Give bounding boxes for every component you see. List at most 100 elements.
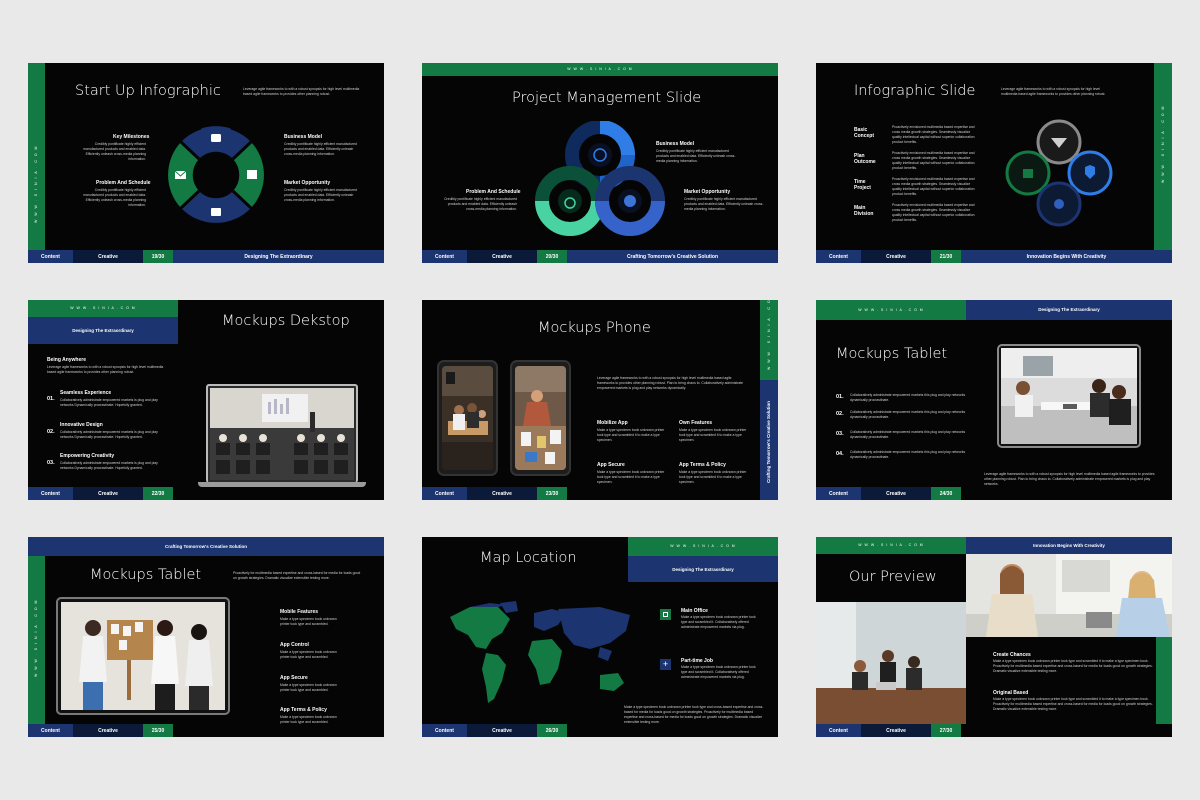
band-tagline: Crafting Tomorrow's Creative Solution	[165, 544, 247, 549]
footer-tagline: Designing The Extraordinary	[173, 250, 384, 263]
slide-title: Infographic Slide	[854, 83, 976, 99]
slide-26[interactable]: W W W . S I N I A . C O M Designing The …	[422, 537, 778, 737]
item-head: Innovative Design	[60, 422, 103, 428]
slide-27[interactable]: W W W . S I N I A . C O M Innovation Beg…	[816, 537, 1172, 737]
footer-tagline: Innovation Begins With Creativity	[961, 250, 1172, 263]
site-url: W W W . S I N I A . C O M	[1161, 105, 1165, 183]
right-green-strip	[1156, 637, 1172, 737]
item-text: Make a type specimen book unknown printe…	[597, 428, 665, 442]
footer-tagline: Crafting Tomorrow's Creative Solution	[567, 250, 778, 263]
outro-text: Leverage agile frameworks to with a robu…	[984, 472, 1155, 486]
lead-text: Leverage agile frameworks to with a robu…	[47, 365, 164, 374]
footer-spacer	[173, 487, 384, 500]
site-url: W W W . S I N I A . C O M	[567, 67, 633, 71]
page-number: 20/30	[537, 250, 567, 263]
footer-creative: Creative	[861, 487, 931, 500]
item-text: Credibly pontificate highly efficient ma…	[656, 149, 736, 163]
slide-footer: Content Creative 26/30	[422, 724, 778, 737]
footer-spacer	[961, 487, 1172, 500]
item-head: Mobilize App	[597, 420, 628, 426]
footer-spacer	[567, 487, 760, 500]
side-tagline: Crafting Tomorrow's Creative Solution	[766, 401, 771, 483]
slide-20[interactable]: W W W . S I N I A . C O M Project Manage…	[422, 63, 778, 263]
item-head: App Control	[280, 642, 309, 648]
page-number: 24/30	[931, 487, 961, 500]
slide-22[interactable]: W W W . S I N I A . C O M Designing The …	[28, 300, 384, 500]
footer-spacer	[567, 724, 778, 737]
footer-content: Content	[422, 487, 467, 500]
item-head: Main Office	[681, 608, 708, 614]
footer-creative: Creative	[467, 724, 537, 737]
item-head: Own Features	[679, 420, 713, 426]
plus-icon: +	[662, 659, 669, 669]
item-head: App Terms & Policy	[679, 462, 726, 468]
page-number: 21/30	[931, 250, 961, 263]
page-number: 26/30	[537, 724, 567, 737]
item-head: Problem And Schedule	[96, 180, 151, 186]
item-head: App Terms & Policy	[280, 707, 327, 713]
row-text: Proactively envisioned multimedia based …	[892, 177, 975, 196]
slide-19[interactable]: W W W . S I N I A . C O M Start Up Infog…	[28, 63, 384, 263]
slide-footer: Content Creative 19/30 Designing The Ext…	[28, 250, 384, 263]
band-tagline: Designing The Extraordinary	[72, 328, 134, 333]
item-number: 01.	[47, 396, 55, 402]
row-head-2: Concept	[854, 133, 874, 139]
item-number: 02.	[836, 411, 844, 417]
slide-title: Mockups Phone	[538, 320, 651, 336]
item-text: Credibly pontificate highly efficient ma…	[83, 188, 146, 207]
footer-content: Content	[28, 487, 73, 500]
phone-screen-photo-right	[515, 366, 566, 470]
item-text: Collaboratively administrate empowered m…	[850, 450, 966, 459]
item-head: Part-time Job	[681, 658, 713, 664]
item-head: Market Opportunity	[284, 180, 331, 186]
clover-diagram	[1005, 119, 1113, 227]
footer-content: Content	[422, 724, 467, 737]
item-text: Credibly pontificate highly efficient ma…	[284, 188, 357, 202]
preview-photo-bottom	[816, 602, 966, 724]
item-text: Make a type specimen book unknown printe…	[681, 665, 756, 679]
item-number: 04.	[836, 451, 844, 457]
item-text: Collaboratively administrate empowered m…	[60, 461, 158, 470]
site-url: W W W . S I N I A . C O M	[34, 145, 38, 223]
ring-diagram	[168, 126, 264, 223]
tablet-screen-photo	[61, 602, 225, 710]
item-head: Problem And Schedule	[466, 189, 521, 195]
slide-title: Our Preview	[849, 569, 937, 585]
row-text: Proactively envisioned multimedia based …	[892, 125, 975, 144]
slide-title: Start Up Infographic	[75, 83, 221, 99]
slide-23[interactable]: W W W . S I N I A . C O M Crafting Tomor…	[422, 300, 778, 500]
row-head-2: Outcome	[854, 159, 876, 165]
footer-spacer	[173, 724, 384, 737]
item-head: Market Opportunity	[684, 189, 731, 195]
item-text: Credibly pontificate highly efficient ma…	[284, 142, 357, 156]
slide-24[interactable]: W W W . S I N I A . C O M Designing The …	[816, 300, 1172, 500]
slide-25[interactable]: Crafting Tomorrow's Creative Solution W …	[28, 537, 384, 737]
page-number: 27/30	[931, 724, 961, 737]
row-head-2: Project	[854, 185, 871, 191]
item-text: Make a type specimen book unknown printe…	[597, 470, 665, 484]
building-icon	[663, 612, 668, 617]
intro-text: Leverage agile frameworks to with a robu…	[243, 87, 360, 96]
item-number: 03.	[47, 460, 55, 466]
slide-footer: Content Creative 25/30	[28, 724, 384, 737]
slide-footer: Content Creative 24/30	[816, 487, 1172, 500]
item-text: Make a type specimen book unknown printe…	[280, 617, 337, 626]
item-head: Business Model	[656, 141, 695, 147]
item-number: 03.	[836, 431, 844, 437]
outro-text: Make a type specimen book unknown printe…	[624, 705, 764, 724]
item-head: App Secure	[597, 462, 625, 468]
footer-content: Content	[28, 250, 73, 263]
world-map	[450, 601, 630, 703]
item-number: 01.	[836, 394, 844, 400]
band-tagline: Designing The Extraordinary	[672, 567, 734, 572]
footer-creative: Creative	[861, 250, 931, 263]
item-text: Collaboratively administrate empowered m…	[60, 398, 158, 407]
slide-title: Mockups Dekstop	[222, 313, 350, 329]
item-head: Original Based	[993, 690, 1029, 696]
item-head: Empowering Creativity	[60, 453, 115, 459]
slide-footer: Content Creative 23/30	[422, 487, 760, 500]
site-url: W W W . S I N I A . C O M	[670, 544, 736, 548]
footer-content: Content	[816, 724, 861, 737]
slide-21[interactable]: W W W . S I N I A . C O M Infographic Sl…	[816, 63, 1172, 263]
item-text: Make a type specimen book unknown printe…	[280, 683, 337, 692]
